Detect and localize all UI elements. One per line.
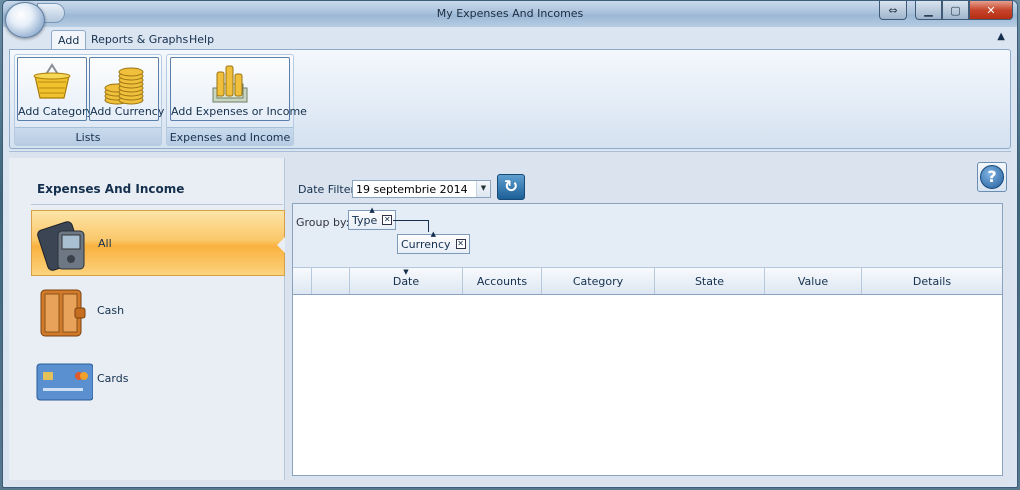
add-category-button[interactable]: Add Category [17,57,94,121]
nav-item-all-label: All [98,237,112,250]
remove-group-icon[interactable]: ✕ [455,239,466,249]
nav-item-cash-label: Cash [97,304,125,317]
chevron-up-icon: ▲ [997,31,1005,42]
refresh-button[interactable]: ↻ [497,174,525,200]
tab-help[interactable]: Help [183,30,220,50]
date-filter-label: Date Filter [298,183,356,196]
minimize-button[interactable]: ▁ [915,1,942,20]
help-button[interactable]: ? [977,162,1007,192]
column-header-value[interactable]: Value [765,268,862,294]
close-icon: ✕ [986,3,996,17]
records-pane: Date Filter 19 septembrie 2014 ▼ ↻ ? Gro… [287,158,1011,480]
column-header-details[interactable]: Details [862,268,1002,294]
sort-descending-icon: ▼ [403,268,409,276]
column-header-group-indent[interactable] [293,268,312,294]
close-button[interactable]: ✕ [969,1,1013,20]
credit-card-icon [36,363,93,401]
maximize-button[interactable]: ▢ [942,1,969,20]
add-expenses-income-label: Add Expenses or Income [171,105,307,118]
ribbon-collapse-button[interactable]: ▲ [997,31,1005,42]
ribbon-group-lists: Add Category Add Currency Lists [14,54,165,146]
column-header-date-label: Date [392,275,420,288]
window-controls: ⇔ ▁ ▢ ✕ [879,1,1013,20]
navigation-title: Expenses And Income [37,182,185,196]
date-filter-combobox[interactable]: 19 septembrie 2014 ▼ [352,180,491,198]
group-by-label: Group by: [296,216,350,229]
navigation-pane: Expenses And Income All Cash Cards [9,158,285,480]
title-bar[interactable]: My Expenses And Incomes ⇔ ▁ ▢ ✕ [3,1,1017,38]
double-arrow-icon: ⇔ [888,3,898,17]
ribbon-panel: Add Category Add Currency Lists Add Expe… [9,49,1011,149]
nav-item-all[interactable]: All [31,210,285,276]
group-chip-type[interactable]: ▲ Type ✕ [348,206,397,230]
ribbon-group-expenses-income-label: Expenses and Income [167,127,293,145]
column-header-category[interactable]: Category [542,268,655,294]
column-header-accounts[interactable]: Accounts [463,268,542,294]
add-expenses-income-button[interactable]: Add Expenses or Income [170,57,307,121]
tab-add[interactable]: Add [51,30,87,50]
ribbon-group-lists-label: Lists [15,127,161,145]
wallet-pda-icon [37,221,85,271]
tab-reports-graphs[interactable]: Reports & Graphs [85,30,194,50]
add-currency-button[interactable]: Add Currency [89,57,165,121]
sort-ascending-icon: ▲ [430,230,436,238]
ribbon-tabs: Add Reports & Graphs Help ▲ [9,28,1011,50]
resize-toggle-button[interactable]: ⇔ [879,1,907,20]
question-icon: ? [980,165,1004,189]
add-currency-label: Add Currency [90,105,165,118]
maximize-icon: ▢ [950,3,961,17]
group-connector [393,220,428,221]
navigation-separator [31,204,283,205]
group-chip-currency-label: Currency [401,238,451,251]
column-header-date[interactable]: ▼ Date [350,268,463,294]
add-category-label: Add Category [18,105,94,118]
ribbon-group-expenses-income: Add Expenses or Income Expenses and Inco… [166,54,307,146]
app-window: My Expenses And Incomes ⇔ ▁ ▢ ✕ Add Repo… [2,0,1018,488]
remove-group-icon[interactable]: ✕ [382,215,393,225]
column-header-state[interactable]: State [655,268,765,294]
coins-icon [104,67,144,105]
sort-ascending-icon: ▲ [369,206,375,214]
group-connector-vertical [428,220,429,232]
window-title: My Expenses And Incomes [436,7,584,20]
money-coins-icon [212,65,248,103]
nav-item-cards[interactable]: Cards [31,346,285,412]
group-chip-currency[interactable]: ▲ Currency ✕ [397,230,470,254]
records-grid: Group by: ▲ Type ✕ ▲ Currency ✕ ▼ Date A… [292,203,1003,476]
basket-icon [33,63,71,99]
refresh-icon: ↻ [503,177,519,197]
main-content: Expenses And Income All Cash Cards Date … [9,151,1011,485]
date-filter-value: 19 septembrie 2014 [356,183,468,196]
nav-item-cash[interactable]: Cash [31,278,285,344]
group-chip-type-label: Type [352,214,378,227]
grid-header-row: ▼ Date Accounts Category State Value Det… [293,268,1002,295]
group-by-panel: Group by: ▲ Type ✕ ▲ Currency ✕ [293,204,1002,268]
application-menu-button[interactable] [5,2,45,38]
column-header-group-indent-2[interactable] [312,268,350,294]
wallet-icon [40,289,86,337]
dropdown-arrow-icon[interactable]: ▼ [476,181,490,197]
nav-item-cards-label: Cards [97,372,129,385]
selection-notch [277,237,285,253]
minimize-icon: ▁ [924,3,933,17]
